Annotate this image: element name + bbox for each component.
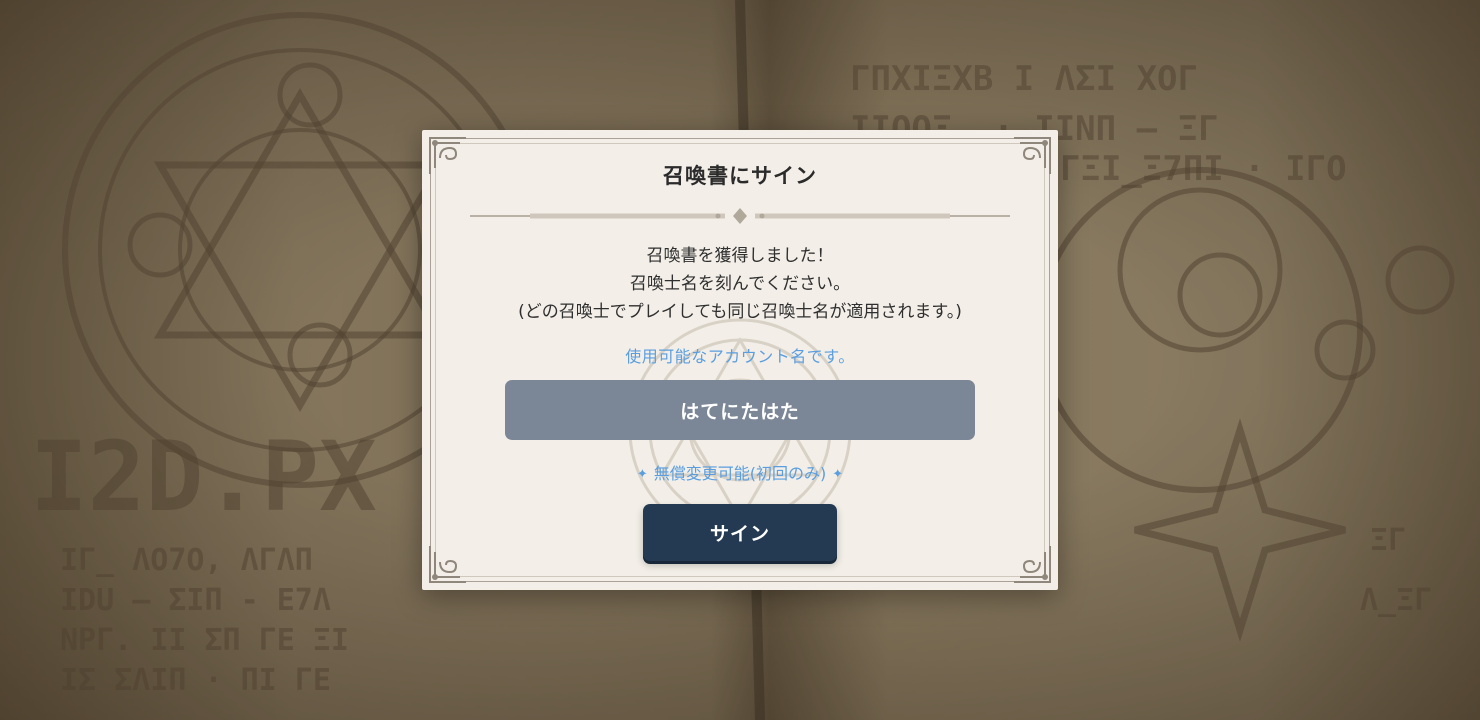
sparkle-icon: ✦ [832, 467, 844, 482]
dialog-message: 召喚書を獲得しました！ 召喚士名を刻んでください。 (どの召喚士でプレイしても同… [422, 242, 1058, 326]
sparkle-icon: ✦ [636, 467, 648, 482]
sign-button[interactable]: サイン [643, 504, 837, 561]
message-line: (どの召喚士でプレイしても同じ召喚士名が適用されます。) [518, 302, 962, 322]
ornament-corner-icon [1014, 546, 1051, 583]
summoner-name-input[interactable] [505, 380, 975, 440]
sign-summon-book-dialog: 召喚書にサイン 召喚書を獲得しました！ 召喚士名を刻んでください。 (どの召喚士… [422, 130, 1058, 590]
ornament-corner-icon [429, 546, 466, 583]
free-change-note-text: 無償変更可能(初回のみ) [653, 464, 827, 483]
name-availability-status: 使用可能なアカウント名です。 [625, 347, 855, 366]
diamond-divider-icon [470, 208, 1010, 224]
free-change-note: ✦ 無償変更可能(初回のみ) ✦ [422, 460, 1058, 484]
message-line: 召喚士名を刻んでください。 [629, 274, 851, 294]
dialog-title: 召喚書にサイン [663, 164, 817, 188]
message-line: 召喚書を獲得しました！ [646, 246, 834, 266]
